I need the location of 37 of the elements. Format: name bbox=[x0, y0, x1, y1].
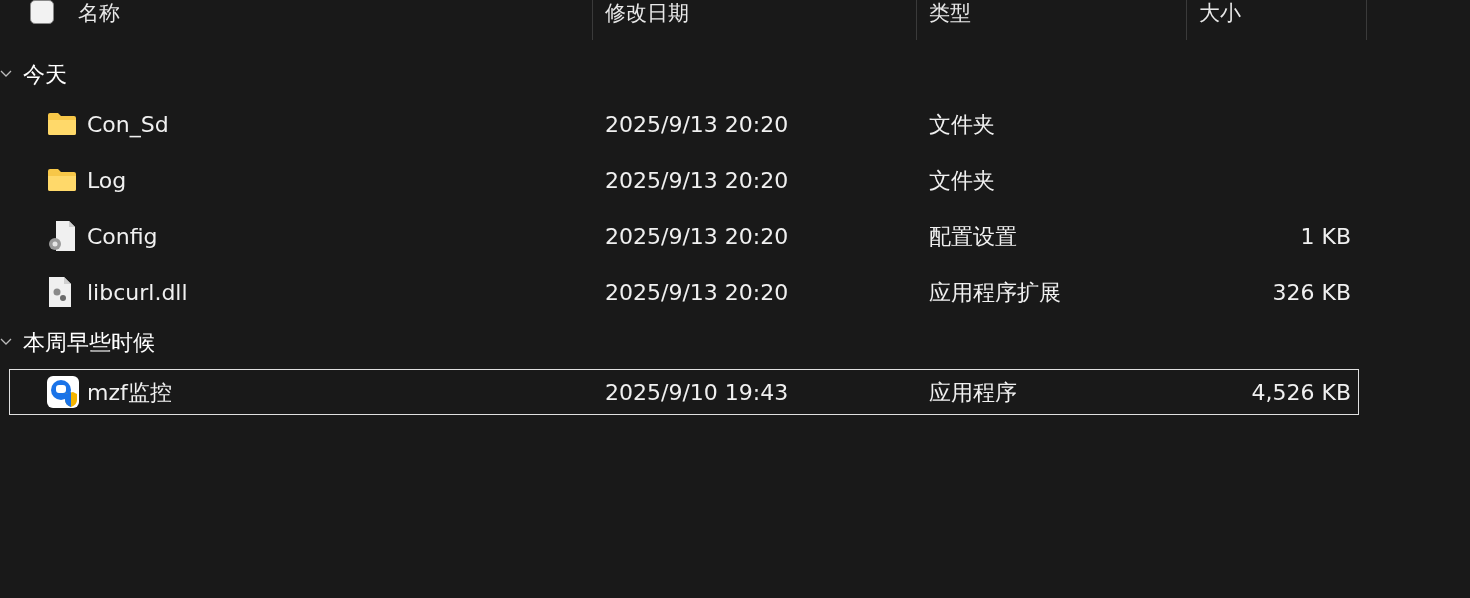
file-type: 文件夹 bbox=[929, 166, 996, 195]
file-name: Log bbox=[87, 166, 128, 195]
file-row[interactable]: Log 2025/9/13 20:20 文件夹 bbox=[9, 157, 1359, 203]
settings-file-icon bbox=[47, 276, 73, 308]
chevron-icon[interactable] bbox=[0, 338, 12, 346]
file-type: 文件夹 bbox=[929, 110, 996, 139]
column-header[interactable]: 修改日期 bbox=[605, 0, 689, 26]
column-header[interactable]: 名称 bbox=[78, 0, 120, 26]
chevron-icon[interactable] bbox=[0, 70, 12, 78]
file-name: Config bbox=[87, 222, 159, 251]
app-icon bbox=[47, 376, 79, 408]
file-size: 326 KB bbox=[1271, 278, 1351, 307]
column-header[interactable]: 大小 bbox=[1199, 0, 1241, 26]
file-name: Con_Sd bbox=[87, 110, 170, 140]
modified-date: 2025/9/13 20:20 bbox=[605, 222, 790, 251]
file-row[interactable]: Con_Sd 2025/9/13 20:20 文件夹 bbox=[9, 101, 1359, 147]
file-type: 应用程序扩展 bbox=[929, 278, 1062, 307]
column-header[interactable]: 类型 bbox=[929, 0, 971, 26]
file-row[interactable]: libcurl.dll 2025/9/13 20:20 应用程序扩展 326 KB bbox=[9, 269, 1359, 315]
checkbox[interactable] bbox=[30, 0, 54, 24]
folder-icon bbox=[47, 168, 77, 192]
file-name: libcurl.dll bbox=[87, 278, 189, 307]
modified-date: 2025/9/13 20:20 bbox=[605, 166, 790, 195]
file-row[interactable]: mzf监控 2025/9/10 19:43 应用程序 4,526 KB bbox=[9, 369, 1359, 415]
file-size: 1 KB bbox=[1299, 222, 1351, 251]
file-row[interactable]: Config 2025/9/13 20:20 配置设置 1 KB bbox=[9, 213, 1359, 259]
file-type: 配置设置 bbox=[929, 222, 1018, 251]
modified-date: 2025/9/13 20:20 bbox=[605, 110, 790, 139]
group-header[interactable]: 今天 bbox=[23, 57, 67, 91]
file-size: 4,526 KB bbox=[1250, 378, 1351, 407]
modified-date: 2025/9/13 20:20 bbox=[605, 278, 790, 307]
settings-file-icon bbox=[47, 220, 77, 252]
group-header[interactable]: 本周早些时候 bbox=[23, 325, 155, 359]
file-name: mzf监控 bbox=[87, 378, 173, 407]
folder-icon bbox=[47, 112, 77, 136]
file-type: 应用程序 bbox=[929, 378, 1018, 407]
modified-date: 2025/9/10 19:43 bbox=[605, 378, 790, 407]
